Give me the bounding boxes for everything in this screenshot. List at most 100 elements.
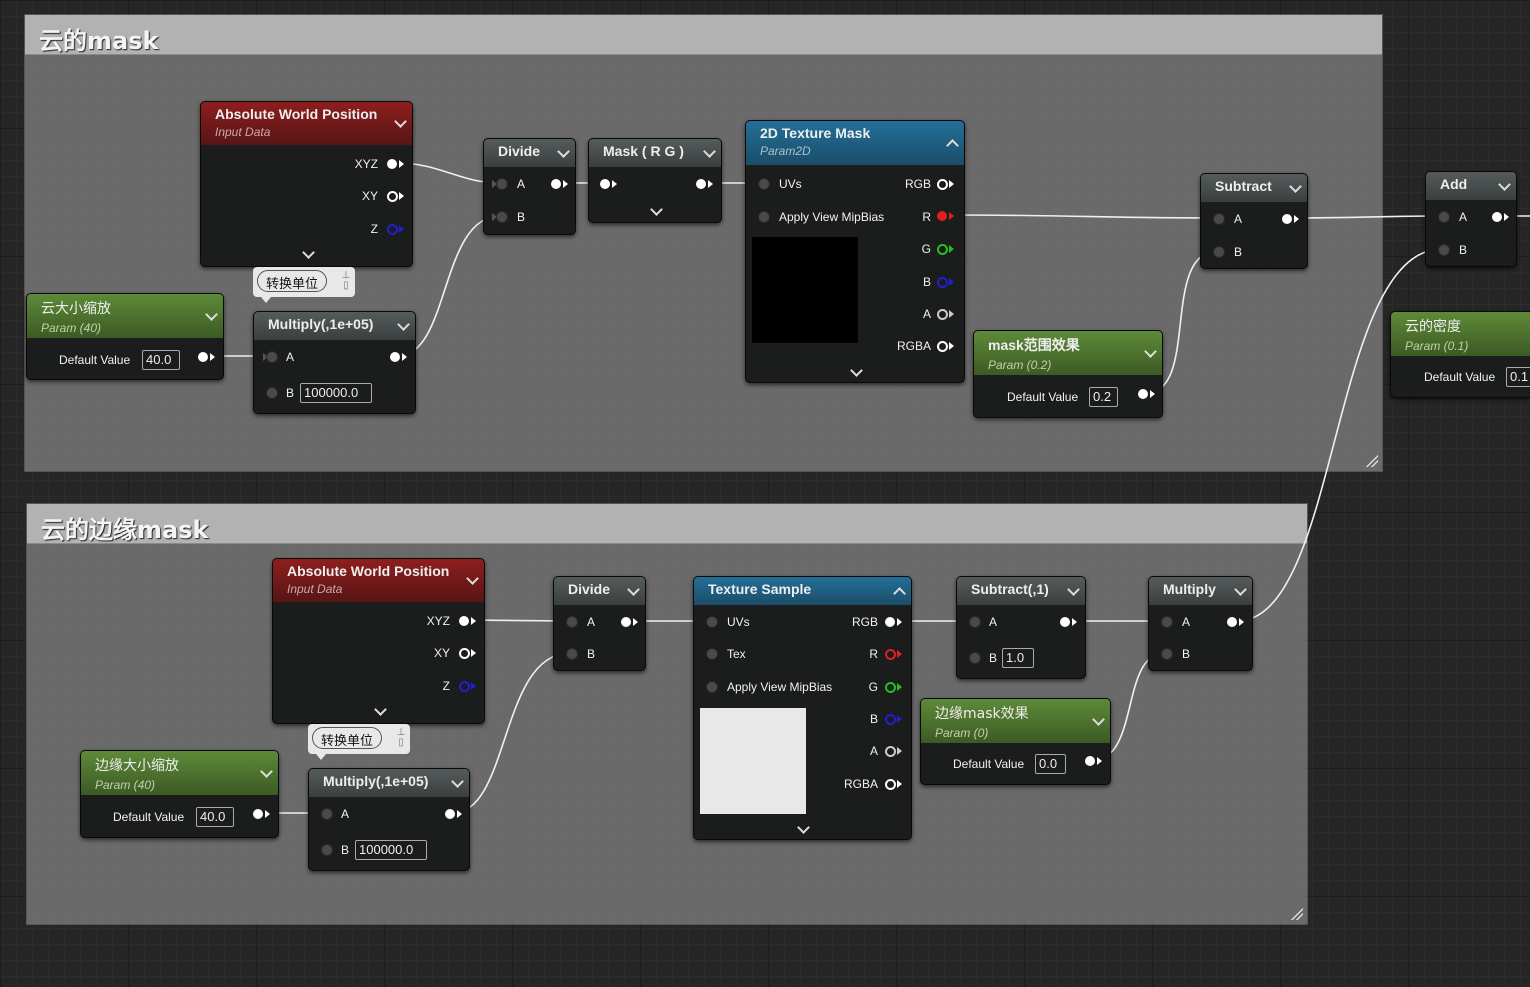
output-pin-xy[interactable] [459, 648, 470, 659]
output-pin-b[interactable] [885, 714, 896, 725]
chevron-down-icon[interactable] [650, 203, 663, 216]
divide-node[interactable]: Divide A B [483, 138, 576, 235]
output-pin[interactable] [1282, 214, 1292, 224]
output-pin[interactable] [696, 179, 706, 189]
add-node[interactable]: Add A B [1425, 171, 1517, 267]
output-pin[interactable] [198, 352, 208, 362]
default-value-field[interactable]: 40.0 [196, 807, 234, 827]
output-pin[interactable] [1492, 212, 1502, 222]
input-pin-a[interactable] [322, 809, 332, 819]
node-header[interactable]: mask范围效果 Param (0.2) [974, 331, 1162, 375]
mask-range-param-node[interactable]: mask范围效果 Param (0.2) Default Value 0.2 [973, 330, 1163, 418]
subtract-node[interactable]: Subtract A B [1200, 173, 1308, 269]
output-pin[interactable] [1085, 756, 1095, 766]
output-pin-r[interactable] [885, 649, 896, 660]
output-pin[interactable] [551, 179, 561, 189]
default-value-field[interactable]: 40.0 [142, 350, 180, 370]
node-header[interactable]: 2D Texture Mask Param2D [746, 121, 964, 165]
output-pin[interactable] [445, 809, 455, 819]
input-pin-uvs[interactable] [707, 617, 717, 627]
input-pin-a[interactable] [1214, 214, 1224, 224]
input-pin-a[interactable] [1439, 212, 1449, 222]
input-pin-mip-bias[interactable] [759, 212, 769, 222]
texture-mask-2d-node[interactable]: 2D Texture Mask Param2D UVs Apply View M… [745, 120, 965, 383]
pin-icon[interactable]: ⊥ ▯ [341, 271, 351, 291]
chevron-down-icon[interactable] [850, 364, 863, 377]
comment-bubble[interactable]: 转换单位 ⊥ ▯ [308, 724, 410, 760]
default-value-field[interactable]: 0.0 [1035, 754, 1066, 774]
input-pin[interactable] [600, 179, 610, 189]
mask-rg-node[interactable]: Mask ( R G ) [588, 138, 722, 223]
output-pin[interactable] [1227, 617, 1237, 627]
input-pin-mip-bias[interactable] [707, 682, 717, 692]
absolute-world-position-node[interactable]: Absolute World Position Input Data XYZ X… [200, 101, 413, 267]
b-value-field[interactable]: 100000.0 [355, 840, 427, 860]
chevron-down-icon[interactable] [302, 246, 315, 259]
node-header[interactable]: Texture Sample [694, 577, 911, 605]
output-pin-xyz[interactable] [459, 616, 469, 626]
b-value-field[interactable]: 1.0 [1002, 648, 1034, 668]
node-header[interactable]: Multiply(,1e+05) [254, 312, 415, 340]
output-pin-a[interactable] [885, 746, 896, 757]
node-header[interactable]: Multiply(,1e+05) [309, 769, 469, 797]
multiply-node[interactable]: Multiply(,1e+05) A B 100000.0 [253, 311, 416, 414]
output-pin-z[interactable] [459, 681, 470, 692]
output-pin[interactable] [1138, 389, 1148, 399]
edge-mask-param-node[interactable]: 边缘mask效果 Param (0) Default Value 0.0 [920, 698, 1111, 785]
input-pin-tex[interactable] [707, 649, 717, 659]
input-pin-b[interactable] [1162, 649, 1172, 659]
divide-node[interactable]: Divide A B [553, 576, 646, 671]
input-pin-b[interactable] [567, 649, 577, 659]
node-header[interactable]: 云大小缩放 Param (40) [27, 294, 223, 338]
output-pin[interactable] [390, 352, 400, 362]
input-pin-uvs[interactable] [759, 179, 769, 189]
multiply-output-node[interactable]: Multiply A B [1148, 576, 1253, 671]
absolute-world-position-node[interactable]: Absolute World Position Input Data XYZ X… [272, 558, 485, 724]
default-value-field[interactable]: 0.1 [1506, 367, 1530, 387]
output-pin-rgb[interactable] [937, 179, 948, 190]
output-pin[interactable] [1060, 617, 1070, 627]
node-header[interactable]: Subtract(,1) [957, 577, 1085, 605]
input-pin-a[interactable] [567, 617, 577, 627]
node-header[interactable]: Absolute World Position Input Data [273, 559, 484, 602]
output-pin[interactable] [253, 809, 263, 819]
input-pin-a[interactable] [497, 179, 507, 189]
output-pin-rgba[interactable] [937, 341, 948, 352]
input-pin-b[interactable] [1439, 245, 1449, 255]
node-header[interactable]: Absolute World Position Input Data [201, 102, 412, 145]
edge-scale-param-node[interactable]: 边缘大小缩放 Param (40) Default Value 40.0 [80, 750, 279, 838]
output-pin-xy[interactable] [387, 191, 398, 202]
cloud-density-param-node[interactable]: 云的密度 Param (0.1) Default Value 0.1 [1390, 311, 1530, 398]
cloud-scale-param-node[interactable]: 云大小缩放 Param (40) Default Value 40.0 [26, 293, 224, 380]
chevron-down-icon[interactable] [797, 821, 810, 834]
input-pin-a[interactable] [267, 352, 277, 362]
pin-icon[interactable]: ⊥ ▯ [396, 728, 406, 748]
output-pin-rgb[interactable] [885, 617, 895, 627]
b-value-field[interactable]: 100000.0 [300, 383, 372, 403]
node-header[interactable]: 边缘大小缩放 Param (40) [81, 751, 278, 795]
input-pin-b[interactable] [1214, 247, 1224, 257]
output-pin-rgba[interactable] [885, 779, 896, 790]
output-pin-xyz[interactable] [387, 159, 397, 169]
subtract-one-node[interactable]: Subtract(,1) A B 1.0 [956, 576, 1086, 679]
comment-bubble[interactable]: 转换单位 ⊥ ▯ [253, 267, 355, 303]
output-pin-z[interactable] [387, 224, 398, 235]
node-header[interactable]: 边缘mask效果 Param (0) [921, 699, 1110, 743]
input-pin-a[interactable] [1162, 617, 1172, 627]
node-header[interactable]: 云的密度 Param (0.1) [1391, 312, 1530, 356]
node-header[interactable]: Mask ( R G ) [589, 139, 721, 167]
output-pin-g[interactable] [885, 682, 896, 693]
input-pin-a[interactable] [970, 617, 980, 627]
multiply-node[interactable]: Multiply(,1e+05) A B 100000.0 [308, 768, 470, 871]
input-pin-b[interactable] [267, 388, 277, 398]
texture-sample-node[interactable]: Texture Sample UVs Tex Apply View MipBia… [693, 576, 912, 840]
default-value-field[interactable]: 0.2 [1089, 387, 1118, 407]
input-pin-b[interactable] [497, 212, 507, 222]
output-pin[interactable] [621, 617, 631, 627]
output-pin-b[interactable] [937, 277, 948, 288]
chevron-down-icon[interactable] [374, 703, 387, 716]
input-pin-b[interactable] [322, 845, 332, 855]
input-pin-b[interactable] [970, 653, 980, 663]
output-pin-r[interactable] [937, 211, 947, 221]
output-pin-g[interactable] [937, 244, 948, 255]
